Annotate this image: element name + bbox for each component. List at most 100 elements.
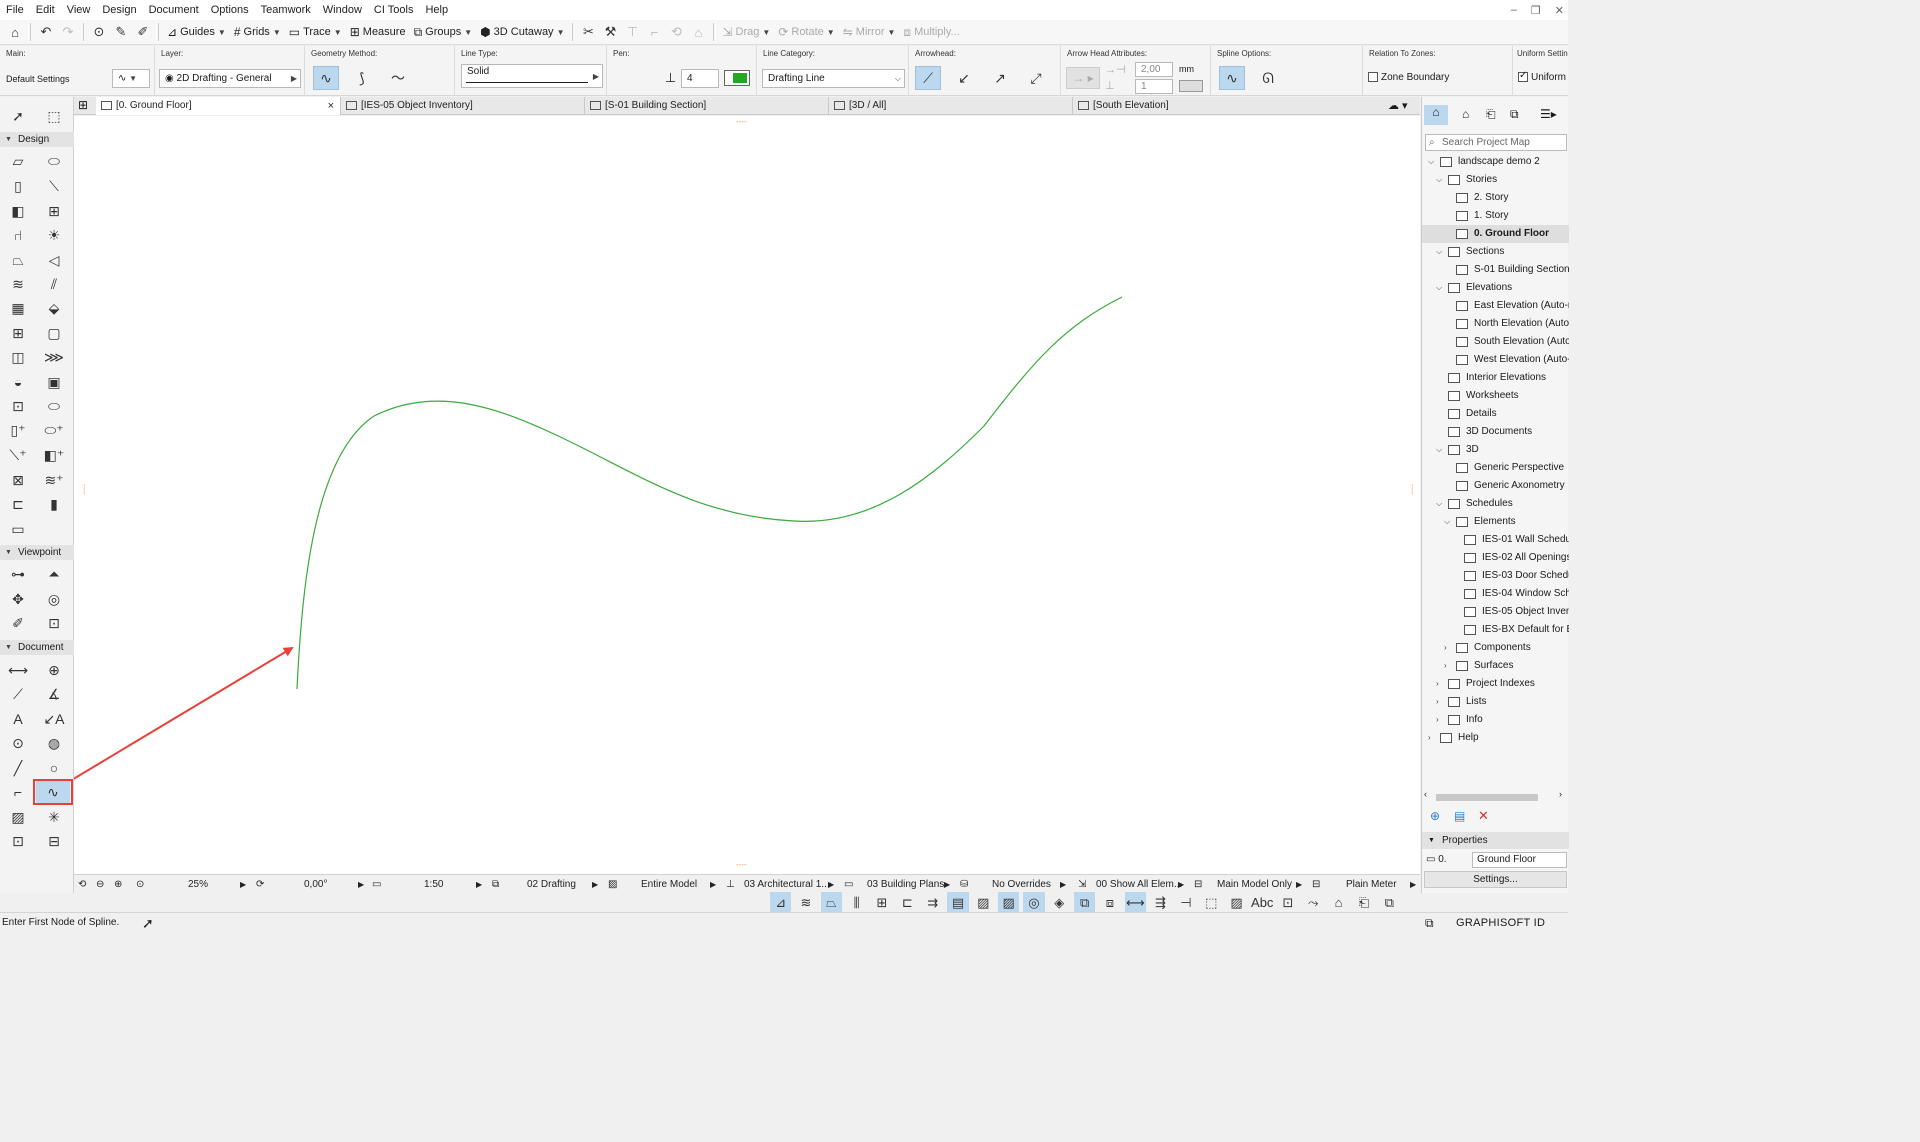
- line-tool[interactable]: ╱: [6, 757, 30, 779]
- settings-button[interactable]: Settings...: [1424, 871, 1567, 888]
- tree-interior-elevations[interactable]: Interior Elevations: [1422, 369, 1569, 387]
- chevron-down-icon[interactable]: ⌵: [1436, 171, 1442, 189]
- hotspot-tool[interactable]: ✳: [42, 806, 66, 828]
- find-select-icon[interactable]: ⊙: [88, 21, 110, 43]
- detail-tool[interactable]: ✐: [6, 612, 30, 634]
- syringe-icon[interactable]: ✐: [132, 21, 154, 43]
- camera-tool[interactable]: ⊡: [42, 612, 66, 634]
- morph-tool[interactable]: ⬙: [42, 297, 66, 319]
- text-tool[interactable]: A: [6, 708, 30, 730]
- trace-ref-icon[interactable]: ⫼: [846, 892, 867, 914]
- partial-icon[interactable]: ⊏: [897, 892, 918, 914]
- tree-ies-02[interactable]: IES-02 All Openings S: [1422, 549, 1569, 567]
- close-window-icon[interactable]: ✕: [1555, 4, 1564, 17]
- hatch-tool[interactable]: ▨: [6, 806, 30, 828]
- bezier-spline-button[interactable]: ⟆: [349, 66, 375, 90]
- layer-combo-value[interactable]: 02 Drafting: [527, 875, 576, 894]
- chevron-down-icon[interactable]: ⌵: [1436, 279, 1442, 297]
- project-map-search[interactable]: ⌕ Search Project Map: [1425, 134, 1567, 151]
- orientation-menu-arrow[interactable]: ▶: [358, 875, 364, 894]
- menu-edit[interactable]: Edit: [30, 0, 61, 20]
- groups-button[interactable]: ⧉ Groups ▼: [410, 21, 477, 43]
- model-view-value[interactable]: Entire Model: [641, 875, 697, 894]
- tab-options-icon[interactable]: ☁ ▾: [1388, 99, 1408, 112]
- level-dimension-tool[interactable]: ⊕: [42, 659, 66, 681]
- wall-tool[interactable]: ▱: [6, 150, 30, 172]
- layer-dropdown[interactable]: ◉ 2D Drafting - General ▶: [159, 69, 301, 88]
- menu-teamwork[interactable]: Teamwork: [255, 0, 317, 20]
- tab-building-section[interactable]: [S-01 Building Section]: [584, 97, 828, 115]
- 3d-cutaway-button[interactable]: ⬢ 3D Cutaway ▼: [476, 21, 568, 43]
- tree-help[interactable]: › Help: [1422, 729, 1569, 747]
- chevron-right-icon[interactable]: ›: [1444, 657, 1447, 675]
- rotate-button[interactable]: ⟳ Rotate ▼: [774, 21, 838, 43]
- zoom-menu-arrow[interactable]: ▶: [240, 875, 246, 894]
- drag-button[interactable]: ⇲ Drag ▼: [718, 21, 774, 43]
- story-name-field[interactable]: Ground Floor: [1472, 852, 1567, 868]
- scroll-thumb[interactable]: [1436, 794, 1538, 801]
- adjust-icon[interactable]: ⚒: [599, 21, 621, 43]
- curtain-wall-tool[interactable]: ▦: [6, 297, 30, 319]
- beam-add-tool[interactable]: ⟍⁺: [6, 444, 30, 466]
- chevron-down-icon[interactable]: ⌵: [1428, 153, 1434, 171]
- tree-components[interactable]: › Components: [1422, 639, 1569, 657]
- stair-tool[interactable]: ≋: [6, 273, 30, 295]
- zoom-in-icon[interactable]: ⊕: [114, 875, 122, 894]
- unit-arrow[interactable]: ▶: [1410, 875, 1416, 894]
- zoom-area-icon[interactable]: ⬚: [1201, 892, 1222, 914]
- door-tool[interactable]: ◧: [6, 200, 30, 222]
- tree-sections[interactable]: ⌵ Sections: [1422, 243, 1569, 261]
- design-section-header[interactable]: Design: [0, 132, 74, 147]
- skylight-tool[interactable]: ◫: [6, 346, 30, 368]
- polyline-tool[interactable]: ⌐: [6, 781, 30, 803]
- book-icon[interactable]: ⎗: [1353, 892, 1374, 914]
- menu-document[interactable]: Document: [143, 0, 205, 20]
- orientation-value[interactable]: 0,00°: [304, 875, 327, 894]
- document-section-header[interactable]: Document: [0, 640, 74, 655]
- roof-tool[interactable]: ⏢: [6, 249, 30, 271]
- arc-tool[interactable]: ○: [42, 757, 66, 779]
- graphisoft-id-label[interactable]: GRAPHISOFT ID: [1456, 917, 1545, 929]
- layer-combo-icon[interactable]: ⧉: [492, 875, 499, 894]
- pen-set-icon[interactable]: ⊥: [726, 875, 735, 894]
- tree-worksheets[interactable]: Worksheets: [1422, 387, 1569, 405]
- undo-zoom-icon[interactable]: ⟲: [78, 875, 86, 894]
- zone-tool[interactable]: ▢: [42, 322, 66, 344]
- tree-stories[interactable]: ⌵ Stories: [1422, 171, 1569, 189]
- hatch-display-icon[interactable]: ▤: [947, 891, 969, 914]
- suspend-groups-icon[interactable]: ⧈: [1099, 892, 1120, 914]
- grouping-icon[interactable]: ⧉: [1073, 891, 1096, 914]
- angle-dimension-tool[interactable]: ∡: [42, 683, 66, 705]
- column-add-tool[interactable]: ▯⁺: [6, 419, 30, 441]
- pen-number-field[interactable]: 4: [681, 69, 719, 88]
- tree-north-elevation[interactable]: North Elevation (Auto-: [1422, 315, 1569, 333]
- redo-icon[interactable]: ↷: [57, 21, 79, 43]
- fillet-icon[interactable]: ⌐: [643, 21, 665, 43]
- section-tool[interactable]: ⊶: [6, 563, 30, 585]
- arrow-none-button[interactable]: ⟋: [915, 66, 941, 90]
- tree-3d[interactable]: ⌵ 3D: [1422, 441, 1569, 459]
- eyedropper-icon[interactable]: ✎: [110, 21, 132, 43]
- chevron-down-icon[interactable]: ⌵: [1444, 513, 1450, 531]
- offset-icon[interactable]: ⟲: [665, 21, 687, 43]
- uniform-checkbox[interactable]: Uniform: [1518, 70, 1566, 83]
- arrow-start-button[interactable]: ↙: [951, 66, 977, 90]
- linetype-dropdown[interactable]: Solid ▶: [461, 64, 603, 88]
- tree-info[interactable]: › Info: [1422, 711, 1569, 729]
- tree-3d-documents[interactable]: 3D Documents: [1422, 423, 1569, 441]
- magnet-icon[interactable]: ◎: [1023, 891, 1045, 914]
- split-icon[interactable]: ✂: [577, 21, 599, 43]
- measure-button[interactable]: ⊞ Measure: [346, 21, 410, 43]
- tree-elements[interactable]: ⌵ Elements: [1422, 513, 1569, 531]
- surface-icon[interactable]: ⏢: [820, 891, 842, 914]
- arrow-pen-swatch[interactable]: [1179, 80, 1203, 92]
- tree-west-elevation[interactable]: West Elevation (Auto-r: [1422, 351, 1569, 369]
- restore-icon[interactable]: ❐: [1531, 4, 1541, 17]
- tree-ies-01[interactable]: IES-01 Wall Schedule: [1422, 531, 1569, 549]
- tree-surfaces[interactable]: › Surfaces: [1422, 657, 1569, 675]
- tree-generic-perspective[interactable]: Generic Perspective: [1422, 459, 1569, 477]
- post-tool[interactable]: ▮: [42, 493, 66, 515]
- add-view-icon[interactable]: ⊕: [1430, 809, 1440, 823]
- chevron-right-icon[interactable]: ›: [1436, 675, 1439, 693]
- chevron-right-icon[interactable]: ›: [1436, 711, 1439, 729]
